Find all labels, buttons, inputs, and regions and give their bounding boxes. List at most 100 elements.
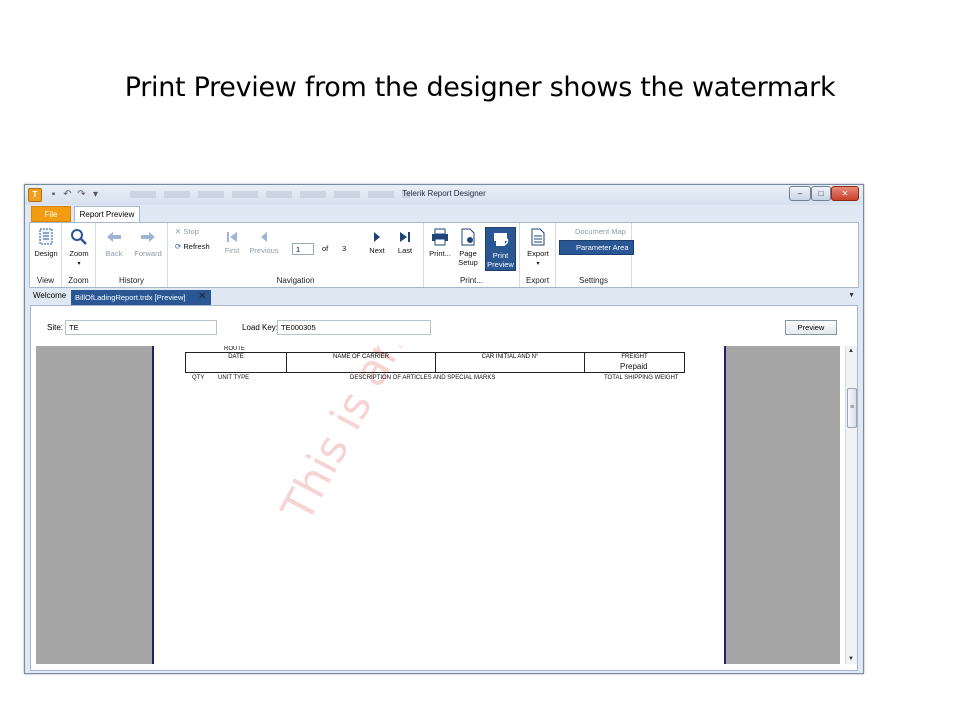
tab-bill-of-lading-label: BillOfLadingReport.trdx [Preview] bbox=[75, 293, 186, 302]
previous-page-icon bbox=[261, 232, 267, 242]
document-map-label: Document Map bbox=[575, 227, 626, 236]
freight-prepaid: Prepaid bbox=[620, 362, 648, 371]
forward-arrow-icon bbox=[141, 232, 155, 242]
next-page-button[interactable]: Next bbox=[364, 231, 390, 255]
export-icon bbox=[531, 228, 545, 246]
print-preview-label-2: Preview bbox=[487, 260, 514, 269]
print-preview-label-1: Print bbox=[492, 251, 509, 260]
zoom-button[interactable]: Zoom ▾ bbox=[65, 228, 93, 267]
title-bar: T ▪ ↶ ↷ ▾ Telerik Report Designer – □ ✕ bbox=[25, 185, 863, 205]
minimize-button[interactable]: – bbox=[789, 186, 811, 201]
back-label: Back bbox=[105, 249, 123, 258]
group-label-export: Export bbox=[525, 276, 550, 285]
report-designer-window: T ▪ ↶ ↷ ▾ Telerik Report Designer – □ ✕ … bbox=[24, 184, 864, 674]
group-settings: Document Map Parameter Area Settings bbox=[556, 223, 634, 287]
scroll-up-icon[interactable]: ▲ bbox=[848, 348, 854, 354]
load-key-label: Load Key: bbox=[242, 323, 279, 332]
vertical-scrollbar[interactable]: ▲ ≡ ▼ bbox=[845, 346, 857, 664]
design-label: Design bbox=[34, 249, 58, 258]
next-label: Next bbox=[369, 246, 385, 255]
report-page: This is another te ROUTE DATE NAME OF CA… bbox=[152, 346, 726, 664]
print-label: Print... bbox=[429, 249, 451, 258]
previous-label: Previous bbox=[249, 246, 279, 255]
refresh-label: Refresh bbox=[183, 242, 210, 251]
group-print: Print... Page Setup Print Preview Print.… bbox=[424, 223, 520, 287]
report-viewer: This is another te ROUTE DATE NAME OF CA… bbox=[36, 346, 840, 664]
forward-button[interactable]: Forward bbox=[132, 228, 164, 258]
scroll-down-icon[interactable]: ▼ bbox=[848, 656, 854, 662]
group-label-navigation: Navigation bbox=[276, 276, 315, 285]
previous-page-button[interactable]: Previous bbox=[246, 231, 282, 255]
zoom-label: Zoom bbox=[69, 249, 89, 258]
slide-title: Print Preview from the designer shows th… bbox=[124, 72, 836, 103]
window-title: Telerik Report Designer bbox=[402, 189, 486, 198]
first-label: First bbox=[224, 246, 240, 255]
refresh-button[interactable]: ⟳ Refresh bbox=[175, 242, 210, 251]
page-setup-icon bbox=[461, 228, 475, 246]
total-pages: 3 bbox=[342, 244, 347, 253]
export-dropdown-icon: ▾ bbox=[536, 261, 540, 267]
print-preview-icon bbox=[493, 233, 508, 246]
next-page-icon bbox=[374, 232, 380, 242]
scroll-thumb[interactable]: ≡ bbox=[847, 388, 857, 428]
export-button[interactable]: Export ▾ bbox=[523, 228, 553, 267]
group-view: Design View bbox=[30, 223, 62, 287]
site-label: Site: bbox=[47, 323, 64, 332]
header-car-initial: CAR INITIAL AND N° bbox=[436, 353, 585, 372]
printer-icon bbox=[432, 228, 448, 246]
stop-button[interactable]: ✕ Stop bbox=[175, 227, 199, 236]
group-zoom: Zoom ▾ Zoom bbox=[62, 223, 96, 287]
tab-report-preview[interactable]: Report Preview bbox=[74, 206, 140, 223]
group-label-view: View bbox=[36, 276, 55, 285]
back-arrow-icon bbox=[107, 232, 121, 242]
group-label-zoom: Zoom bbox=[68, 276, 89, 285]
maximize-button[interactable]: □ bbox=[811, 186, 831, 201]
group-label-settings: Settings bbox=[579, 276, 608, 285]
current-page-input[interactable]: 1 bbox=[292, 243, 314, 255]
load-key-input[interactable]: TE000305 bbox=[277, 320, 431, 335]
close-tab-icon[interactable]: ✕ bbox=[198, 291, 206, 302]
design-button[interactable]: Design bbox=[33, 228, 59, 258]
tab-overflow-icon[interactable]: ▼ bbox=[848, 292, 855, 299]
magnifier-icon bbox=[71, 229, 87, 245]
parameter-area-toggle[interactable]: Parameter Area bbox=[559, 240, 634, 255]
export-label: Export bbox=[527, 249, 549, 258]
col-unit-type: UNIT TYPE bbox=[218, 375, 250, 381]
document-map-toggle[interactable]: Document Map bbox=[559, 227, 626, 236]
group-history: Back Forward History bbox=[96, 223, 168, 287]
tab-welcome[interactable]: Welcome bbox=[33, 291, 66, 300]
header-carrier: NAME OF CARRIER bbox=[287, 353, 436, 372]
page-setup-label-1: Page bbox=[459, 249, 477, 258]
close-button[interactable]: ✕ bbox=[831, 186, 859, 201]
print-preview-button[interactable]: Print Preview bbox=[485, 227, 516, 271]
col-qty: QTY bbox=[192, 375, 205, 381]
group-export: Export ▾ Export bbox=[520, 223, 556, 287]
first-page-button[interactable]: First bbox=[218, 231, 246, 255]
group-navigation: ✕ Stop ⟳ Refresh First Previous 1 of 3 N… bbox=[168, 223, 424, 287]
tab-file[interactable]: File bbox=[31, 206, 71, 222]
forward-label: Forward bbox=[134, 249, 162, 258]
header-date: DATE bbox=[186, 353, 287, 372]
page-setup-label-2: Setup bbox=[458, 258, 478, 267]
stop-icon: ✕ bbox=[175, 227, 182, 236]
carrier-table: DATE NAME OF CARRIER CAR INITIAL AND N° … bbox=[185, 352, 685, 373]
back-button[interactable]: Back bbox=[100, 228, 128, 258]
col-total-weight: TOTAL SHIPPING WEIGHT bbox=[604, 375, 679, 381]
ribbon-tab-row: File Report Preview bbox=[25, 205, 863, 223]
preview-content: Site: TE Load Key: TE000305 Preview This… bbox=[30, 305, 858, 671]
parameter-area-label: Parameter Area bbox=[576, 243, 629, 252]
parameter-bar: Site: TE Load Key: TE000305 Preview bbox=[31, 306, 857, 346]
last-page-button[interactable]: Last bbox=[392, 231, 418, 255]
watermark-text: This is another te bbox=[272, 346, 498, 530]
refresh-icon: ⟳ bbox=[175, 242, 182, 251]
site-input[interactable]: TE bbox=[65, 320, 217, 335]
last-label: Last bbox=[397, 246, 413, 255]
preview-button[interactable]: Preview bbox=[785, 320, 837, 335]
design-icon bbox=[39, 228, 53, 245]
col-description: DESCRIPTION OF ARTICLES AND SPECIAL MARK… bbox=[350, 375, 496, 381]
page-setup-button[interactable]: Page Setup bbox=[454, 228, 482, 267]
group-label-print: Print... bbox=[459, 276, 484, 285]
print-button[interactable]: Print... bbox=[427, 228, 453, 258]
tab-bill-of-lading-preview[interactable]: BillOfLadingReport.trdx [Preview] bbox=[71, 290, 211, 305]
of-label: of bbox=[322, 244, 329, 253]
